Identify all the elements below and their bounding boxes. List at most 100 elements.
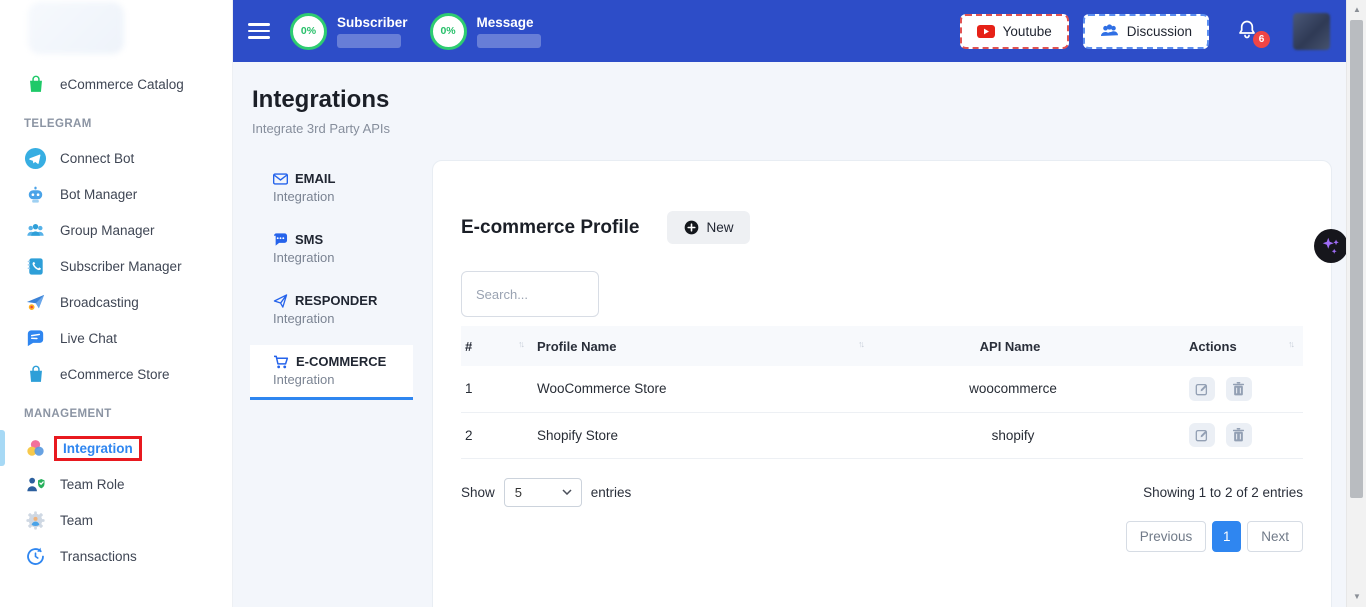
annotation-highlight: Integration <box>54 436 142 461</box>
discussion-button[interactable]: Discussion <box>1083 14 1209 49</box>
integration-circles-icon <box>24 437 47 460</box>
sidebar-item-team-role[interactable]: Team Role <box>0 466 232 502</box>
subnav-item-responder[interactable]: RESPONDER Integration <box>250 284 413 336</box>
row-profile-name: WooCommerce Store <box>533 366 873 412</box>
sidebar-item-subscriber-manager[interactable]: Subscriber Manager <box>0 248 232 284</box>
scrollbar-thumb[interactable] <box>1350 20 1363 498</box>
sidebar-item-label: Team Role <box>60 477 125 492</box>
entries-label: entries <box>591 485 632 500</box>
new-profile-button[interactable]: New <box>667 211 750 244</box>
main-content: Integrations Integrate 3rd Party APIs EM… <box>233 62 1366 607</box>
sidebar-item-team[interactable]: Team <box>0 502 232 538</box>
person-shield-icon <box>24 473 47 496</box>
sidebar-item-bot-manager[interactable]: Bot Manager <box>0 176 232 212</box>
scrollbar[interactable]: ▲ ▼ <box>1346 0 1366 607</box>
ai-assistant-button[interactable] <box>1314 229 1348 263</box>
subnav-item-email[interactable]: EMAIL Integration <box>250 162 413 214</box>
profiles-table: #↑↓ Profile Name↑↓ API Name Actions↑↓ 1 … <box>461 326 1303 459</box>
row-profile-name: Shopify Store <box>533 412 873 458</box>
current-page-button[interactable]: 1 <box>1212 521 1241 552</box>
next-page-button[interactable]: Next <box>1247 521 1303 552</box>
pagination: Previous 1 Next <box>461 521 1303 552</box>
youtube-icon <box>977 25 995 38</box>
table-header-row: #↑↓ Profile Name↑↓ API Name Actions↑↓ <box>461 326 1303 366</box>
header-actions[interactable]: Actions↑↓ <box>1153 326 1303 366</box>
subscriber-progress-ring: 0% <box>290 13 327 50</box>
sidebar-item-label: Integration <box>63 441 133 456</box>
message-stat-label: Message <box>477 15 541 30</box>
delete-button[interactable] <box>1226 423 1252 447</box>
responder-send-icon <box>273 294 288 308</box>
contact-book-icon <box>24 255 47 278</box>
hamburger-menu-icon[interactable] <box>248 23 270 39</box>
sparkles-icon <box>1320 235 1342 257</box>
topbar: 0% Subscriber 0% Message Youtube <box>233 0 1366 62</box>
row-num: 2 <box>461 412 533 458</box>
user-avatar[interactable] <box>1293 13 1330 50</box>
active-indicator-bar <box>0 430 5 466</box>
subscriber-stat-value-redacted <box>337 34 401 48</box>
sidebar-item-ecommerce-store[interactable]: eCommerce Store <box>0 356 232 392</box>
people-group-icon <box>24 219 47 242</box>
sort-icon: ↑↓ <box>858 340 863 349</box>
sidebar-section-telegram: TELEGRAM <box>24 118 232 130</box>
edit-button[interactable] <box>1189 377 1215 401</box>
chevron-down-icon <box>562 489 572 495</box>
sidebar-item-broadcasting[interactable]: Broadcasting <box>0 284 232 320</box>
header-profile-name[interactable]: Profile Name↑↓ <box>533 326 873 366</box>
notification-bell-icon[interactable]: 6 <box>1235 18 1261 44</box>
search-input[interactable] <box>461 271 599 317</box>
sidebar-item-connect-bot[interactable]: Connect Bot <box>0 140 232 176</box>
subscriber-progress: 0% Subscriber <box>290 13 408 50</box>
discussion-people-icon <box>1100 24 1119 38</box>
table-row: 2 Shopify Store shopify <box>461 412 1303 458</box>
app-logo <box>28 2 124 54</box>
message-progress-ring: 0% <box>430 13 467 50</box>
scroll-down-arrow[interactable]: ▼ <box>1347 590 1366 604</box>
app-window: eCommerce Catalog TELEGRAM Connect Bot B… <box>0 0 1366 607</box>
sms-icon <box>273 233 288 247</box>
sidebar-item-label: Broadcasting <box>60 295 139 310</box>
sidebar-item-transactions[interactable]: Transactions <box>0 538 232 574</box>
transaction-history-icon <box>24 545 47 568</box>
sidebar-item-label: Team <box>60 513 93 528</box>
shopping-cart-icon <box>273 355 289 369</box>
sort-icon: ↑↓ <box>518 340 523 349</box>
page-size-select[interactable]: 5 <box>504 478 582 507</box>
page-subtitle: Integrate 3rd Party APIs <box>252 121 1366 136</box>
sidebar-item-integration[interactable]: Integration <box>0 430 232 466</box>
sidebar-item-label: Live Chat <box>60 331 117 346</box>
sidebar-item-label: eCommerce Store <box>60 367 170 382</box>
message-progress: 0% Message <box>430 13 541 50</box>
sidebar-item-live-chat[interactable]: Live Chat <box>0 320 232 356</box>
previous-page-button[interactable]: Previous <box>1126 521 1207 552</box>
sidebar-item-group-manager[interactable]: Group Manager <box>0 212 232 248</box>
row-api-name: shopify <box>873 412 1153 458</box>
edit-button[interactable] <box>1189 423 1215 447</box>
sidebar-section-management: MANAGEMENT <box>24 408 232 420</box>
youtube-button[interactable]: Youtube <box>960 14 1069 49</box>
page-title: Integrations <box>252 86 1366 114</box>
subscriber-stat-label: Subscriber <box>337 15 408 30</box>
sidebar-item-label: Subscriber Manager <box>60 259 182 274</box>
delete-button[interactable] <box>1226 377 1252 401</box>
header-num[interactable]: #↑↓ <box>461 326 533 366</box>
table-row: 1 WooCommerce Store woocommerce <box>461 366 1303 412</box>
subnav-item-ecommerce[interactable]: E-COMMERCE Integration <box>250 345 413 400</box>
sort-icon: ↑↓ <box>1288 340 1293 349</box>
gear-person-icon <box>24 509 47 532</box>
sidebar-item-label: Bot Manager <box>60 187 137 202</box>
header-api-name[interactable]: API Name <box>873 326 1153 366</box>
plus-circle-icon <box>684 220 699 235</box>
sidebar-item-label: Group Manager <box>60 223 155 238</box>
sidebar-item-ecommerce-catalog[interactable]: eCommerce Catalog <box>0 66 232 102</box>
telegram-plane-icon <box>24 147 47 170</box>
sidebar-item-label: eCommerce Catalog <box>60 77 184 92</box>
sidebar-item-label: Transactions <box>60 549 137 564</box>
subnav-item-sms[interactable]: SMS Integration <box>250 223 413 275</box>
row-num: 1 <box>461 366 533 412</box>
message-stat-value-redacted <box>477 34 541 48</box>
robot-icon <box>24 183 47 206</box>
scroll-up-arrow[interactable]: ▲ <box>1347 3 1366 17</box>
card-title: E-commerce Profile <box>461 217 639 239</box>
